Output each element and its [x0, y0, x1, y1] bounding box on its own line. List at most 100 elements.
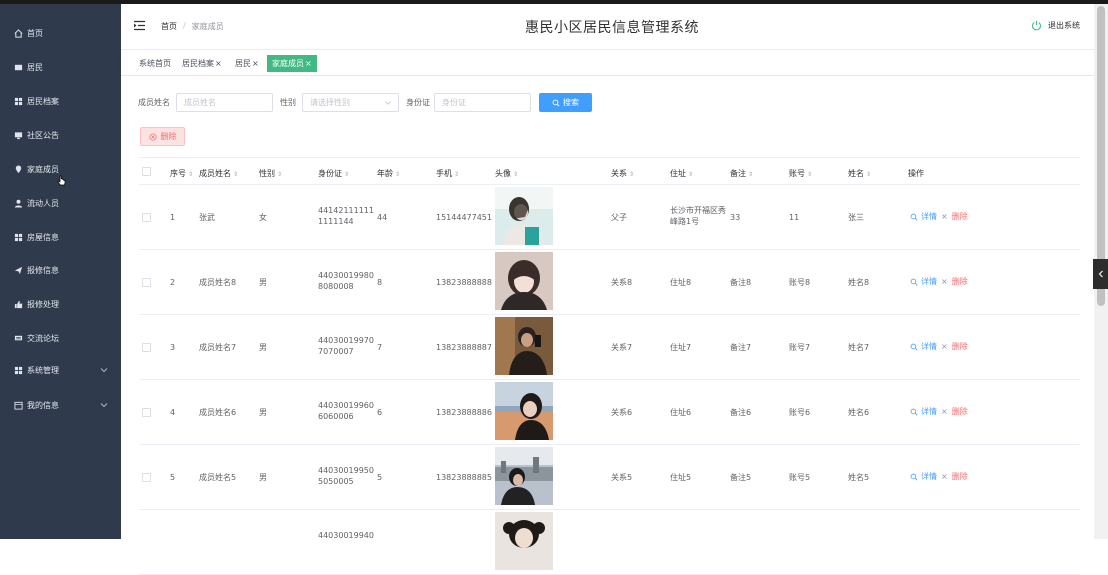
column-header-actions: 操作 [908, 168, 924, 179]
cell-real-name: 姓名8 [848, 278, 870, 287]
cell-phone: 13823888886 [436, 408, 492, 417]
avatar [495, 317, 553, 375]
delete-button[interactable]: 删除 [952, 471, 968, 482]
sort-icon[interactable]: ⇕ [454, 171, 459, 178]
cell-note: 备注6 [730, 408, 752, 417]
column-header-phone[interactable]: 手机 ⇕ [436, 168, 459, 179]
sidebar-item-repair-handling[interactable]: 报修处理 [0, 291, 121, 317]
delete-button[interactable]: 删除 [952, 406, 968, 417]
grid-icon [14, 97, 23, 106]
sort-icon[interactable]: ⇕ [513, 171, 518, 178]
column-header-account[interactable]: 账号 ⇕ [789, 168, 812, 179]
cell-gender: 男 [259, 473, 267, 482]
sort-icon[interactable]: ⇕ [344, 171, 349, 178]
detail-button[interactable]: 详情 [921, 471, 937, 482]
sidebar-item-home[interactable]: 首页 [0, 20, 121, 46]
member-name-input[interactable]: 成员姓名 [176, 93, 273, 112]
column-header-gender[interactable]: 性别 ⇕ [259, 168, 282, 179]
cell-phone: 13823888885 [436, 473, 492, 482]
row-checkbox[interactable] [142, 343, 151, 352]
table-row: 3 成员姓名7 男 44030019970 7070007 7 138238888… [139, 315, 1080, 380]
settings-drawer-toggle[interactable] [1093, 259, 1108, 289]
close-icon[interactable]: × [252, 59, 259, 68]
tab-label: 居民 [235, 59, 251, 68]
row-checkbox[interactable] [142, 408, 151, 417]
sidebar-item-resident-archive[interactable]: 居民档案 [0, 88, 121, 114]
sidebar-item-forum[interactable]: 交流论坛 [0, 325, 121, 351]
menu-fold-icon[interactable] [133, 20, 146, 31]
sidebar-item-notice[interactable]: 社区公告 [0, 122, 121, 148]
row-checkbox[interactable] [142, 213, 151, 222]
tab-family-members[interactable]: 家庭成员× [267, 55, 317, 72]
detail-button[interactable]: 详情 [921, 211, 937, 222]
cell-address: 长沙市开福区秀 峰路1号 [670, 205, 726, 227]
cell-note: 备注5 [730, 473, 752, 482]
sidebar-item-system-management[interactable]: 系统管理 [0, 357, 121, 383]
select-all-checkbox[interactable] [142, 167, 151, 176]
detail-button[interactable]: 详情 [921, 276, 937, 287]
sidebar-item-my-info[interactable]: 我的信息 [0, 392, 121, 418]
top-header: 首页 / 家庭成员 惠民小区居民信息管理系统 退出系统 [121, 4, 1094, 50]
detail-button[interactable]: 详情 [921, 406, 937, 417]
column-header-avatar[interactable]: 头像 ⇕ [495, 168, 518, 179]
column-header-member-name[interactable]: 成员姓名 ⇕ [199, 168, 238, 179]
tab-system-home[interactable]: 系统首页 [136, 55, 174, 72]
row-actions: 详情 × 删除 [910, 211, 968, 222]
tab-resident-archive[interactable]: 居民档案× [179, 55, 225, 72]
search-icon [910, 278, 918, 285]
column-header-real-name[interactable]: 姓名 ⇕ [848, 168, 871, 179]
sidebar: 首页 居民 居民档案 社区公告 家庭成员 流动人员 房屋信息 报修信息 报修处理… [0, 4, 121, 539]
cell-account: 11 [789, 213, 800, 222]
cell-address: 住址6 [670, 407, 691, 418]
member-name-label: 成员姓名 [138, 98, 170, 107]
batch-delete-button[interactable]: 删除 [140, 127, 185, 146]
column-header-no[interactable]: 序号 ⇕ [170, 168, 193, 179]
column-header-relation[interactable]: 关系 ⇕ [611, 168, 634, 179]
sort-icon[interactable]: ⇕ [233, 171, 238, 178]
tab-residents[interactable]: 居民× [232, 55, 262, 72]
sidebar-item-floating-population[interactable]: 流动人员 [0, 190, 121, 216]
sort-icon[interactable]: ⇕ [395, 171, 400, 178]
chevron-down-icon [385, 101, 391, 105]
row-checkbox[interactable] [142, 278, 151, 287]
sort-icon[interactable]: ⇕ [807, 171, 812, 178]
logout-button[interactable]: 退出系统 [1031, 20, 1080, 31]
cell-note: 备注8 [730, 278, 752, 287]
column-header-id-card[interactable]: 身份证 ⇕ [318, 168, 349, 179]
column-title: 账号 [789, 169, 805, 178]
delete-button[interactable]: 删除 [952, 276, 968, 287]
sidebar-item-housing[interactable]: 房屋信息 [0, 224, 121, 250]
close-icon[interactable]: × [305, 59, 312, 68]
cell-member-name: 张武 [199, 213, 215, 222]
column-title: 序号 [170, 169, 186, 178]
column-header-note[interactable]: 备注 ⇕ [730, 168, 753, 179]
id-card-input[interactable]: 身份证 [434, 93, 531, 112]
address-line: 峰路1号 [670, 217, 700, 226]
sort-icon[interactable]: ⇕ [277, 171, 282, 178]
detail-button[interactable]: 详情 [921, 341, 937, 352]
delete-button[interactable]: 删除 [952, 211, 968, 222]
sidebar-item-residents[interactable]: 居民 [0, 54, 121, 80]
cell-phone: 13823888887 [436, 343, 492, 352]
gender-select[interactable]: 请选择性别 [302, 93, 399, 112]
column-title: 成员姓名 [199, 169, 231, 178]
cell-phone: 15144477451 [436, 213, 492, 222]
search-button[interactable]: 搜索 [539, 93, 592, 112]
sort-icon[interactable]: ⇕ [188, 171, 193, 178]
avatar [495, 447, 553, 505]
sort-icon[interactable]: ⇕ [629, 171, 634, 178]
sort-icon[interactable]: ⇕ [748, 171, 753, 178]
delete-button[interactable]: 删除 [952, 341, 968, 352]
column-header-age[interactable]: 年龄 ⇕ [377, 168, 400, 179]
column-header-address[interactable]: 住址 ⇕ [670, 168, 693, 179]
breadcrumb-home[interactable]: 首页 [161, 21, 177, 32]
cell-id-card: 44030019950 5050005 [318, 465, 374, 487]
sidebar-item-repair-info[interactable]: 报修信息 [0, 257, 121, 283]
close-icon[interactable]: × [215, 59, 222, 68]
gender-label: 性别 [280, 98, 296, 107]
sort-icon[interactable]: ⇕ [866, 171, 871, 178]
row-checkbox[interactable] [142, 473, 151, 482]
id-line: 6060006 [318, 412, 354, 421]
sort-icon[interactable]: ⇕ [688, 171, 693, 178]
avatar [495, 382, 553, 440]
